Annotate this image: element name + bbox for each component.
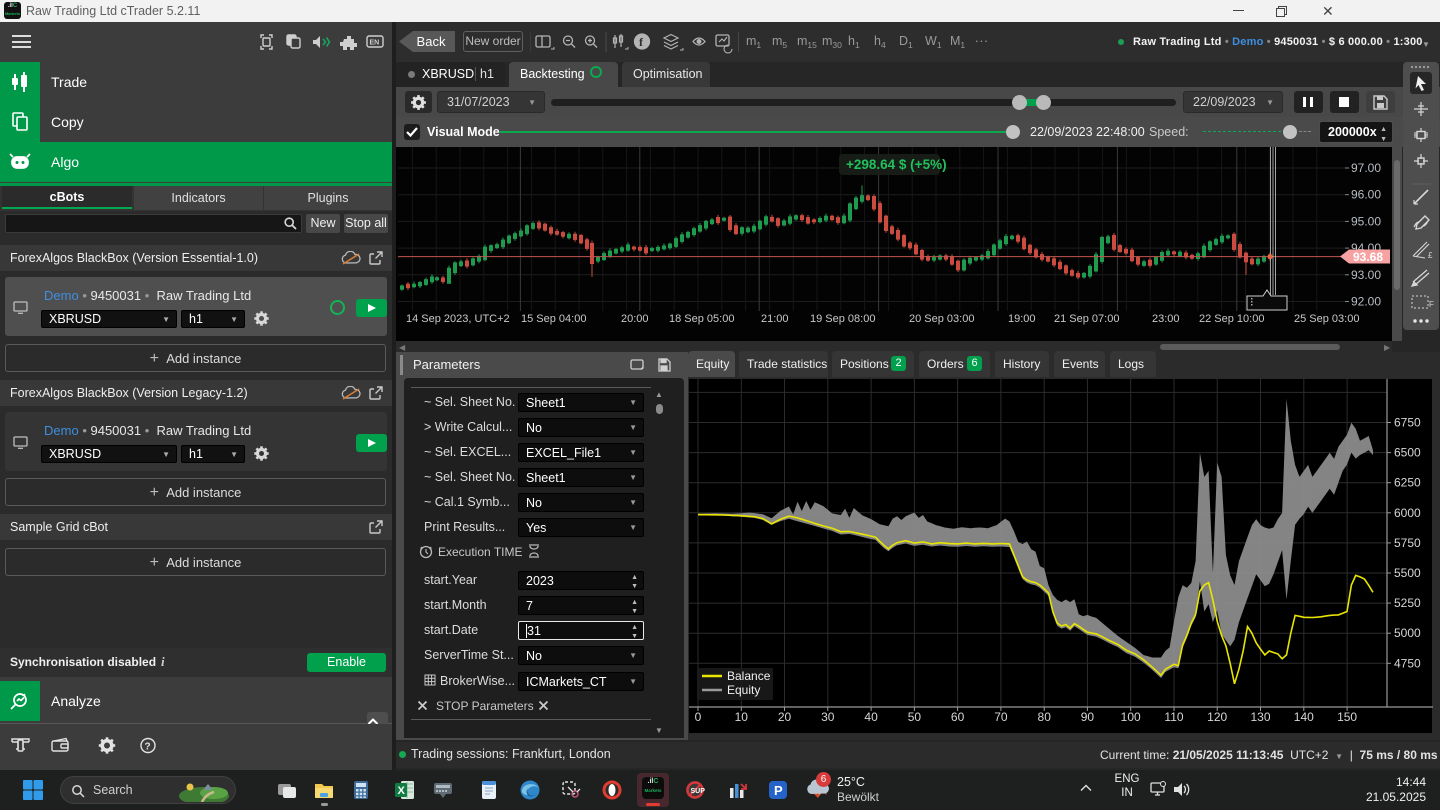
svg-text:5000: 5000 [1394, 626, 1421, 640]
svg-text:6000: 6000 [1394, 506, 1421, 520]
svg-text:96.00: 96.00 [1351, 188, 1381, 202]
svg-text:25 Sep 03:00: 25 Sep 03:00 [1294, 313, 1359, 325]
svg-text:100: 100 [1121, 710, 1141, 724]
svg-text:60: 60 [951, 710, 965, 724]
svg-text:93.00: 93.00 [1351, 268, 1381, 282]
svg-text:20:00: 20:00 [621, 313, 649, 325]
svg-text:50: 50 [908, 710, 922, 724]
svg-text:4750: 4750 [1394, 656, 1421, 670]
svg-text:SUP: SUP [691, 788, 706, 795]
svg-text:19 Sep 08:00: 19 Sep 08:00 [810, 313, 875, 325]
svg-text:F: F [1429, 300, 1434, 309]
svg-text:40: 40 [864, 710, 878, 724]
svg-text:21 Sep 07:00: 21 Sep 07:00 [1054, 313, 1119, 325]
svg-text:23:00: 23:00 [1152, 313, 1180, 325]
svg-text:+298.64 $ (+5%): +298.64 $ (+5%) [846, 157, 947, 172]
svg-text:X: X [398, 785, 406, 797]
svg-text:80: 80 [1038, 710, 1052, 724]
svg-text:15 Sep 04:00: 15 Sep 04:00 [521, 313, 586, 325]
svg-text:20 Sep 03:00: 20 Sep 03:00 [909, 313, 974, 325]
svg-text:150: 150 [1337, 710, 1357, 724]
svg-text:120: 120 [1207, 710, 1227, 724]
svg-text:110: 110 [1164, 710, 1183, 724]
svg-text:5500: 5500 [1394, 566, 1421, 580]
svg-text:£: £ [1428, 251, 1433, 260]
svg-text:?: ? [145, 742, 151, 753]
svg-text:18 Sep 05:00: 18 Sep 05:00 [669, 313, 734, 325]
svg-text:95.00: 95.00 [1351, 214, 1381, 228]
svg-text:EN: EN [370, 40, 380, 47]
svg-text:21:00: 21:00 [761, 313, 789, 325]
svg-text:140: 140 [1294, 710, 1314, 724]
svg-text:5750: 5750 [1394, 536, 1421, 550]
svg-text:70: 70 [994, 710, 1008, 724]
svg-text:97.00: 97.00 [1351, 161, 1381, 175]
svg-text:5250: 5250 [1394, 596, 1421, 610]
svg-text:22 Sep 10:00: 22 Sep 10:00 [1199, 313, 1264, 325]
svg-text:10: 10 [735, 710, 749, 724]
svg-text:6250: 6250 [1394, 476, 1421, 490]
svg-text:Balance: Balance [727, 669, 771, 683]
svg-text:6500: 6500 [1394, 446, 1421, 460]
svg-text:20: 20 [778, 710, 792, 724]
svg-text:130: 130 [1250, 710, 1270, 724]
svg-text:0: 0 [695, 710, 702, 724]
svg-text:14 Sep 2023, UTC+2: 14 Sep 2023, UTC+2 [406, 313, 510, 325]
svg-text:P: P [774, 783, 783, 798]
svg-text:Equity: Equity [727, 683, 760, 697]
svg-text:90: 90 [1081, 710, 1095, 724]
svg-text:6750: 6750 [1394, 416, 1421, 430]
svg-text:30: 30 [821, 710, 835, 724]
svg-text:93.68: 93.68 [1353, 250, 1383, 264]
svg-text:92.00: 92.00 [1351, 295, 1381, 309]
svg-text:19:00: 19:00 [1008, 313, 1036, 325]
